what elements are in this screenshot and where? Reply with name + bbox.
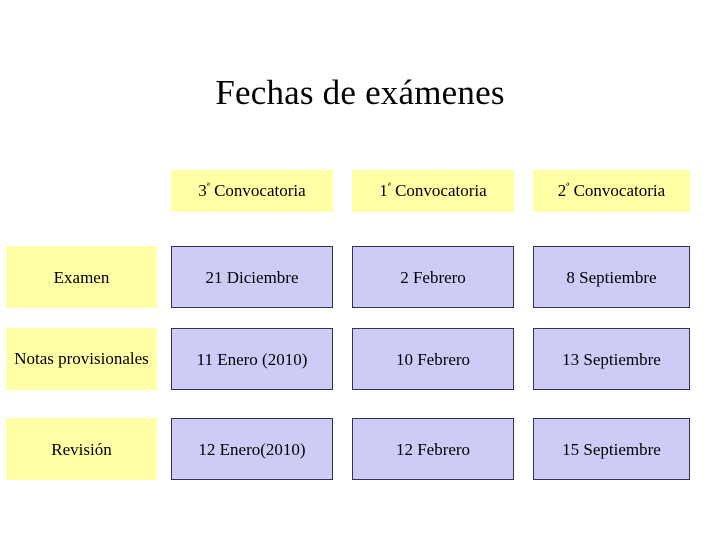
ordinal-indicator: ª bbox=[566, 180, 570, 193]
column-header-3a: 3ª Convocatoria bbox=[171, 170, 333, 212]
table-cell-revision-2a: 15 Septiembre bbox=[533, 418, 690, 480]
row-label-notas-provisionales: Notas provisionales bbox=[6, 328, 157, 390]
exam-schedule-table: 3ª Convocatoria 1ª Convocatoria 2ª Convo… bbox=[6, 170, 692, 482]
table-cell-revision-1a: 12 Febrero bbox=[352, 418, 514, 480]
row-label-notas-provisionales-text: Notas provisionales bbox=[14, 349, 149, 368]
row-label-examen-text: Examen bbox=[53, 267, 110, 287]
table-cell-text: 10 Febrero bbox=[395, 349, 471, 369]
row-label-revision-text: Revisión bbox=[51, 439, 112, 459]
row-label-revision: Revisión bbox=[6, 418, 157, 480]
ordinal-indicator: ª bbox=[206, 180, 210, 193]
table-cell-text: 11 Enero (2010) bbox=[196, 349, 308, 369]
column-header-2a: 2ª Convocatoria bbox=[533, 170, 690, 212]
table-cell-text: 8 Septiembre bbox=[566, 267, 657, 287]
table-cell-text: 12 Enero(2010) bbox=[198, 439, 306, 459]
ordinal-indicator: ª bbox=[387, 180, 391, 193]
table-cell-text: 21 Diciembre bbox=[205, 267, 299, 287]
table-cell-notas-3a: 11 Enero (2010) bbox=[171, 328, 333, 390]
table-cell-examen-1a: 2 Febrero bbox=[352, 246, 514, 308]
column-header-3a-label: 3ª Convocatoria bbox=[198, 180, 306, 200]
table-cell-text: 2 Febrero bbox=[400, 267, 466, 287]
table-cell-examen-2a: 8 Septiembre bbox=[533, 246, 690, 308]
table-cell-text: 12 Febrero bbox=[395, 439, 471, 459]
table-cell-text: 15 Septiembre bbox=[562, 439, 661, 459]
table-cell-examen-3a: 21 Diciembre bbox=[171, 246, 333, 308]
row-label-examen: Examen bbox=[6, 246, 157, 308]
column-header-1a-label: 1ª Convocatoria bbox=[379, 180, 487, 200]
slide-canvas: Fechas de exámenes 3ª Convocatoria 1ª Co… bbox=[0, 0, 720, 540]
table-cell-notas-1a: 10 Febrero bbox=[352, 328, 514, 390]
column-header-2a-label: 2ª Convocatoria bbox=[557, 180, 666, 200]
column-header-1a: 1ª Convocatoria bbox=[352, 170, 514, 212]
page-title: Fechas de exámenes bbox=[215, 73, 505, 112]
table-cell-revision-3a: 12 Enero(2010) bbox=[171, 418, 333, 480]
table-cell-text: 13 Septiembre bbox=[562, 349, 661, 369]
table-cell-notas-2a: 13 Septiembre bbox=[533, 328, 690, 390]
